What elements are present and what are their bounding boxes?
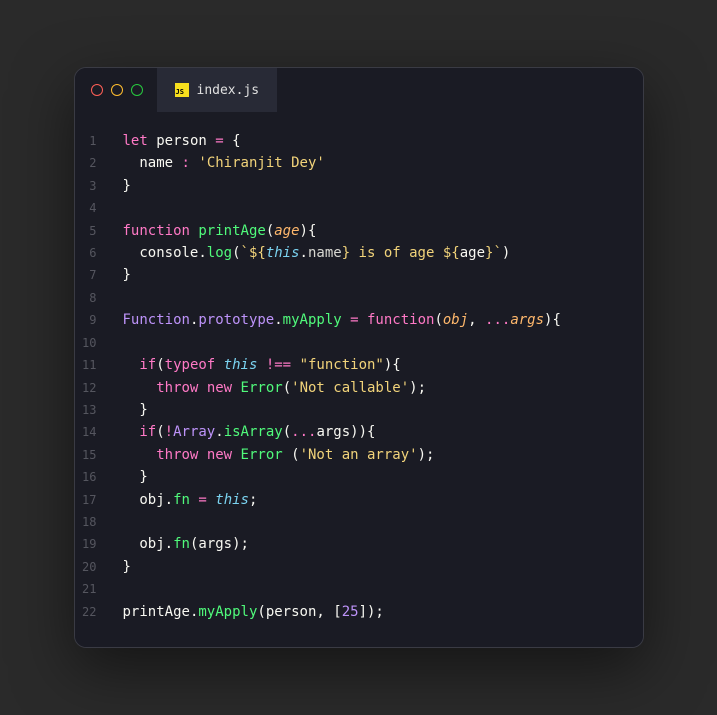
code-line: 14 if(!Array.isArray(...args)){ — [75, 421, 643, 443]
code-content: throw new Error ('Not an array'); — [115, 444, 435, 466]
code-line: 22printAge.myApply(person, [25]); — [75, 601, 643, 623]
code-line: 16 } — [75, 466, 643, 488]
tab-active[interactable]: JS index.js — [157, 68, 278, 112]
code-content: printAge.myApply(person, [25]); — [115, 601, 384, 623]
line-number: 3 — [75, 175, 115, 197]
code-content: } — [115, 466, 148, 488]
line-number: 18 — [75, 511, 115, 533]
line-number: 22 — [75, 601, 115, 623]
line-number: 14 — [75, 421, 115, 443]
code-content: } — [115, 175, 131, 197]
editor-window: JS index.js 1let person = {2 name : 'Chi… — [74, 67, 644, 648]
code-line: 9Function.prototype.myApply = function(o… — [75, 309, 643, 331]
code-content — [115, 578, 123, 600]
code-content — [115, 332, 123, 354]
code-line: 7} — [75, 264, 643, 286]
line-number: 13 — [75, 399, 115, 421]
titlebar: JS index.js — [75, 68, 643, 112]
js-file-icon: JS — [175, 83, 189, 97]
code-content: obj.fn(args); — [115, 533, 249, 555]
code-editor[interactable]: 1let person = {2 name : 'Chiranjit Dey'3… — [75, 112, 643, 647]
line-number: 6 — [75, 242, 115, 264]
code-content: throw new Error('Not callable'); — [115, 377, 427, 399]
code-content: name : 'Chiranjit Dey' — [115, 152, 325, 174]
line-number: 5 — [75, 220, 115, 242]
line-number: 20 — [75, 556, 115, 578]
code-content: } — [115, 264, 131, 286]
line-number: 7 — [75, 264, 115, 286]
tab-filename: index.js — [197, 83, 260, 98]
line-number: 10 — [75, 332, 115, 354]
line-number: 15 — [75, 444, 115, 466]
code-line: 13 } — [75, 399, 643, 421]
code-content — [115, 287, 123, 309]
code-content: } — [115, 556, 131, 578]
code-line: 19 obj.fn(args); — [75, 533, 643, 555]
line-number: 21 — [75, 578, 115, 600]
code-line: 12 throw new Error('Not callable'); — [75, 377, 643, 399]
line-number: 4 — [75, 197, 115, 219]
code-line: 6 console.log(`${this.name} is of age ${… — [75, 242, 643, 264]
code-line: 3} — [75, 175, 643, 197]
code-line: 5function printAge(age){ — [75, 220, 643, 242]
line-number: 16 — [75, 466, 115, 488]
line-number: 9 — [75, 309, 115, 331]
code-line: 1let person = { — [75, 130, 643, 152]
line-number: 2 — [75, 152, 115, 174]
maximize-icon[interactable] — [131, 84, 143, 96]
code-content — [115, 511, 123, 533]
line-number: 19 — [75, 533, 115, 555]
code-line: 8 — [75, 287, 643, 309]
code-content: Function.prototype.myApply = function(ob… — [115, 309, 561, 331]
line-number: 11 — [75, 354, 115, 376]
code-line: 17 obj.fn = this; — [75, 489, 643, 511]
code-line: 10 — [75, 332, 643, 354]
code-line: 15 throw new Error ('Not an array'); — [75, 444, 643, 466]
code-line: 11 if(typeof this !== "function"){ — [75, 354, 643, 376]
window-controls — [91, 84, 143, 96]
line-number: 1 — [75, 130, 115, 152]
line-number: 12 — [75, 377, 115, 399]
code-line: 20} — [75, 556, 643, 578]
line-number: 8 — [75, 287, 115, 309]
code-content: } — [115, 399, 148, 421]
code-line: 4 — [75, 197, 643, 219]
code-line: 21 — [75, 578, 643, 600]
code-content: console.log(`${this.name} is of age ${ag… — [115, 242, 511, 264]
line-number: 17 — [75, 489, 115, 511]
code-content: obj.fn = this; — [115, 489, 258, 511]
code-content: function printAge(age){ — [115, 220, 317, 242]
code-content: if(!Array.isArray(...args)){ — [115, 421, 376, 443]
code-content — [115, 197, 123, 219]
code-line: 2 name : 'Chiranjit Dey' — [75, 152, 643, 174]
minimize-icon[interactable] — [111, 84, 123, 96]
close-icon[interactable] — [91, 84, 103, 96]
code-content: if(typeof this !== "function"){ — [115, 354, 401, 376]
code-line: 18 — [75, 511, 643, 533]
code-content: let person = { — [115, 130, 241, 152]
